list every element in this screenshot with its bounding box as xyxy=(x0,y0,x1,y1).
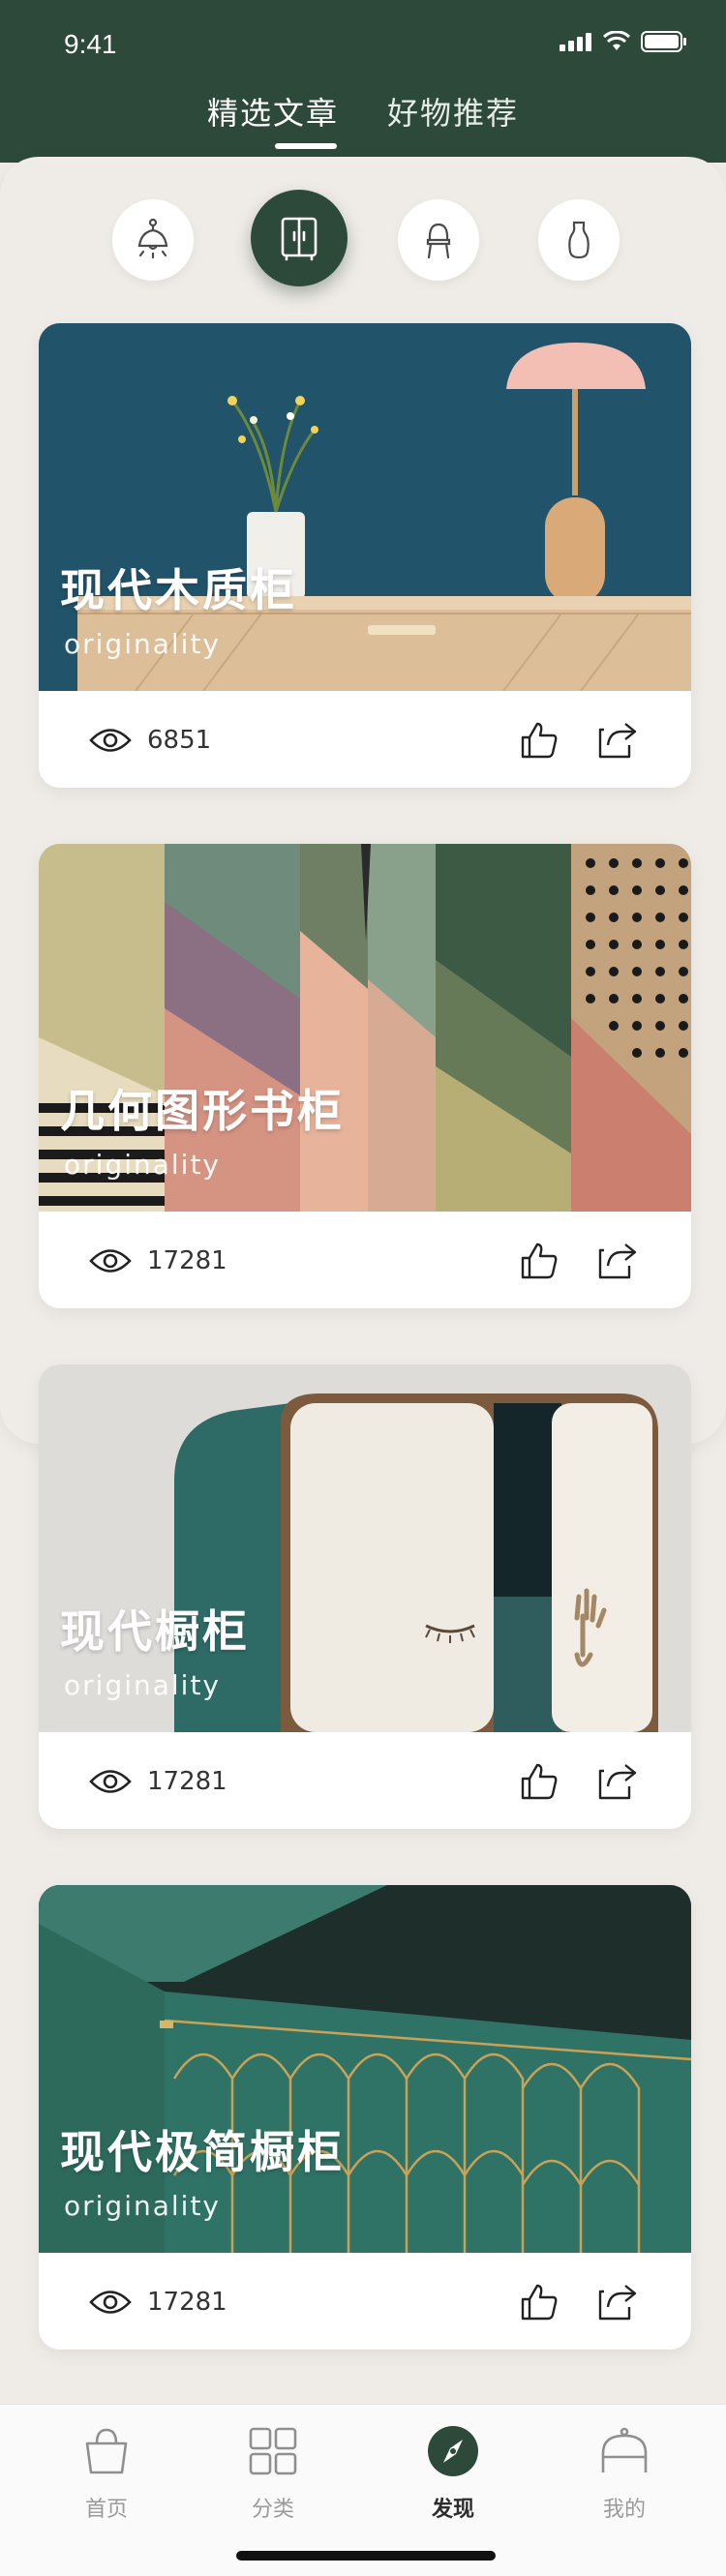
tab-recommended-goods[interactable]: 好物推荐 xyxy=(387,89,519,134)
category-chair[interactable] xyxy=(398,199,479,281)
thumbs-up-icon[interactable] xyxy=(519,720,560,759)
view-count: 17281 xyxy=(147,2288,227,2317)
article-title: 几何图形书柜 xyxy=(60,1085,345,1137)
status-icons xyxy=(560,31,687,52)
article-card[interactable]: 几何图形书柜 originality 17281 xyxy=(39,844,691,1308)
article-subtitle: originality xyxy=(64,2190,221,2222)
article-subtitle: originality xyxy=(64,1669,221,1701)
article-card[interactable]: 现代极简橱柜 originality 17281 xyxy=(39,1885,691,2350)
status-time: 9:41 xyxy=(64,29,117,59)
thumbs-up-icon[interactable] xyxy=(519,1761,560,1800)
nav-label: 发现 xyxy=(431,2498,474,2522)
article-subtitle: originality xyxy=(64,628,221,660)
article-title: 现代木质柜 xyxy=(60,564,297,616)
status-bar: 9:41 xyxy=(0,0,726,87)
category-cabinet[interactable] xyxy=(251,190,348,286)
header: 9:41 精选文章 好物推荐 xyxy=(0,0,726,163)
article-meta: 17281 xyxy=(39,1212,691,1308)
eye-icon xyxy=(89,1249,132,1273)
thumbs-up-icon[interactable] xyxy=(519,1241,560,1279)
share-icon[interactable] xyxy=(596,1241,639,1279)
thumbs-up-icon[interactable] xyxy=(519,2282,560,2321)
nav-category[interactable]: 分类 xyxy=(215,2424,331,2523)
chair-icon xyxy=(426,223,451,259)
nav-discover[interactable]: 发现 xyxy=(395,2424,511,2523)
compass-icon xyxy=(428,2426,478,2476)
eye-icon xyxy=(89,2291,132,2314)
user-icon xyxy=(601,2427,648,2472)
vase-icon xyxy=(568,221,590,259)
article-card[interactable]: 现代木质柜 originality 6851 xyxy=(39,323,691,788)
share-icon[interactable] xyxy=(596,2282,639,2321)
nav-label: 我的 xyxy=(602,2498,646,2522)
wifi-icon xyxy=(602,31,631,50)
share-icon[interactable] xyxy=(596,720,639,759)
battery-icon xyxy=(641,31,686,52)
home-indicator xyxy=(236,2551,496,2561)
eye-icon xyxy=(89,1770,132,1793)
article-subtitle: originality xyxy=(64,1149,221,1181)
view-count: 6851 xyxy=(147,726,212,755)
eye-icon xyxy=(89,729,132,752)
nav-label: 首页 xyxy=(84,2498,128,2522)
view-count: 17281 xyxy=(147,1246,227,1275)
signal-icon xyxy=(560,33,591,51)
nav-label: 分类 xyxy=(251,2498,294,2522)
article-title: 现代极简橱柜 xyxy=(60,2126,345,2178)
nav-profile[interactable]: 我的 xyxy=(566,2424,682,2523)
article-meta: 6851 xyxy=(39,691,691,788)
active-tab-indicator xyxy=(275,143,337,149)
category-vase[interactable] xyxy=(538,199,620,281)
cabinet-icon xyxy=(281,217,318,261)
view-count: 17281 xyxy=(147,1767,227,1796)
nav-home[interactable]: 首页 xyxy=(48,2424,165,2523)
category-lamp[interactable] xyxy=(112,199,194,281)
article-meta: 17281 xyxy=(39,1732,691,1829)
lamp-icon xyxy=(137,218,168,259)
grid-icon xyxy=(249,2427,297,2475)
share-icon[interactable] xyxy=(596,1761,639,1800)
top-tabs: 精选文章 好物推荐 xyxy=(0,85,726,153)
tab-featured-articles[interactable]: 精选文章 xyxy=(207,89,339,134)
article-title: 现代橱柜 xyxy=(60,1605,250,1658)
article-meta: 17281 xyxy=(39,2253,691,2350)
bag-icon xyxy=(85,2428,128,2474)
article-card[interactable]: 现代橱柜 originality 17281 xyxy=(39,1364,691,1829)
